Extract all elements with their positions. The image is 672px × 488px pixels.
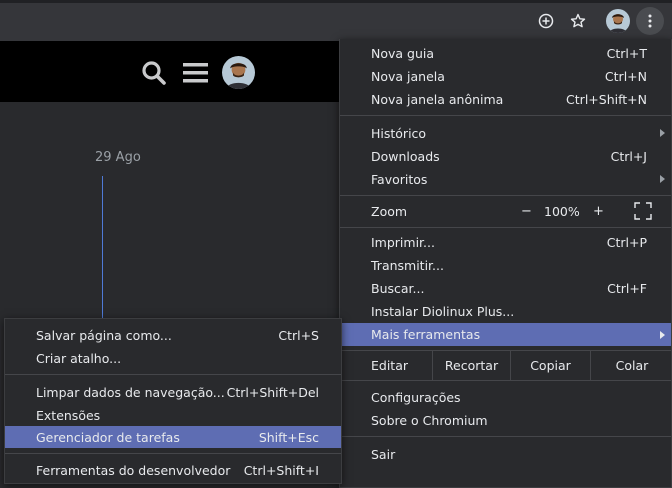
menu-item-new-tab[interactable]: Nova guia Ctrl+T bbox=[340, 42, 671, 64]
fullscreen-icon[interactable] bbox=[634, 202, 652, 223]
edit-row: Editar Recortar Copiar Colar bbox=[340, 350, 672, 381]
site-avatar[interactable] bbox=[222, 56, 255, 89]
copy-button[interactable]: Copiar bbox=[510, 350, 590, 380]
submenu-item-developer-tools[interactable]: Ferramentas do desenvolvedor Ctrl+Shift+… bbox=[5, 459, 341, 481]
menu-item-more-tools[interactable]: Mais ferramentas bbox=[340, 323, 671, 346]
menu-separator bbox=[340, 227, 671, 228]
menu-item-settings[interactable]: Configurações bbox=[340, 386, 671, 408]
chromium-main-menu: Nova guia Ctrl+T Nova janela Ctrl+N Nova… bbox=[339, 39, 672, 488]
menu-item-find[interactable]: Buscar... Ctrl+F bbox=[340, 277, 671, 299]
menu-item-new-window[interactable]: Nova janela Ctrl+N bbox=[340, 65, 671, 87]
browser-menu-button[interactable] bbox=[636, 7, 664, 35]
menu-item-install-app[interactable]: Instalar Diolinux Plus... bbox=[340, 300, 671, 322]
menu-item-cast[interactable]: Transmitir... bbox=[340, 254, 671, 276]
search-icon[interactable] bbox=[141, 60, 167, 90]
browser-toolbar bbox=[0, 0, 672, 41]
submenu-item-clear-browsing-data[interactable]: Limpar dados de navegação... Ctrl+Shift+… bbox=[5, 381, 341, 403]
zoom-level: 100% bbox=[544, 203, 580, 219]
timeline-date: 29 Ago bbox=[95, 150, 141, 165]
menu-item-history[interactable]: Histórico bbox=[340, 122, 671, 144]
menu-item-new-incognito-window[interactable]: Nova janela anônima Ctrl+Shift+N bbox=[340, 88, 671, 110]
bookmark-star-icon[interactable] bbox=[567, 10, 589, 32]
zoom-in-button[interactable]: + bbox=[593, 204, 604, 219]
menu-item-exit[interactable]: Sair bbox=[340, 443, 671, 465]
more-tools-submenu: Salvar página como... Ctrl+S Criar atalh… bbox=[4, 318, 342, 484]
submenu-arrow-icon bbox=[660, 330, 665, 339]
menu-item-about[interactable]: Sobre o Chromium bbox=[340, 409, 671, 431]
paste-button[interactable]: Colar bbox=[590, 350, 672, 380]
submenu-item-task-manager[interactable]: Gerenciador de tarefas Shift+Esc bbox=[5, 426, 341, 448]
menu-item-zoom: Zoom − 100% + bbox=[340, 199, 671, 223]
menu-separator bbox=[5, 453, 341, 454]
submenu-item-create-shortcut[interactable]: Criar atalho... bbox=[5, 347, 341, 369]
more-vert-icon bbox=[648, 14, 652, 28]
submenu-arrow-icon bbox=[660, 175, 665, 183]
zoom-out-button[interactable]: − bbox=[521, 204, 532, 219]
menu-item-print[interactable]: Imprimir... Ctrl+P bbox=[340, 231, 671, 253]
timeline-line bbox=[102, 176, 103, 326]
add-to-desktop-icon[interactable] bbox=[535, 10, 557, 32]
profile-avatar[interactable] bbox=[606, 9, 630, 33]
menu-separator bbox=[340, 115, 671, 116]
menu-separator bbox=[340, 380, 671, 381]
cut-button[interactable]: Recortar bbox=[432, 350, 510, 380]
submenu-item-extensions[interactable]: Extensões bbox=[5, 404, 341, 426]
menu-item-bookmarks[interactable]: Favoritos bbox=[340, 168, 671, 190]
hamburger-menu-icon[interactable] bbox=[183, 62, 208, 88]
edit-label: Editar bbox=[371, 358, 409, 373]
submenu-arrow-icon bbox=[660, 129, 665, 137]
menu-item-downloads[interactable]: Downloads Ctrl+J bbox=[340, 145, 671, 167]
menu-separator bbox=[340, 195, 671, 196]
submenu-item-save-page[interactable]: Salvar página como... Ctrl+S bbox=[5, 324, 341, 346]
tab-strip-edge bbox=[0, 0, 672, 3]
menu-separator bbox=[340, 436, 671, 437]
menu-separator bbox=[5, 374, 341, 375]
